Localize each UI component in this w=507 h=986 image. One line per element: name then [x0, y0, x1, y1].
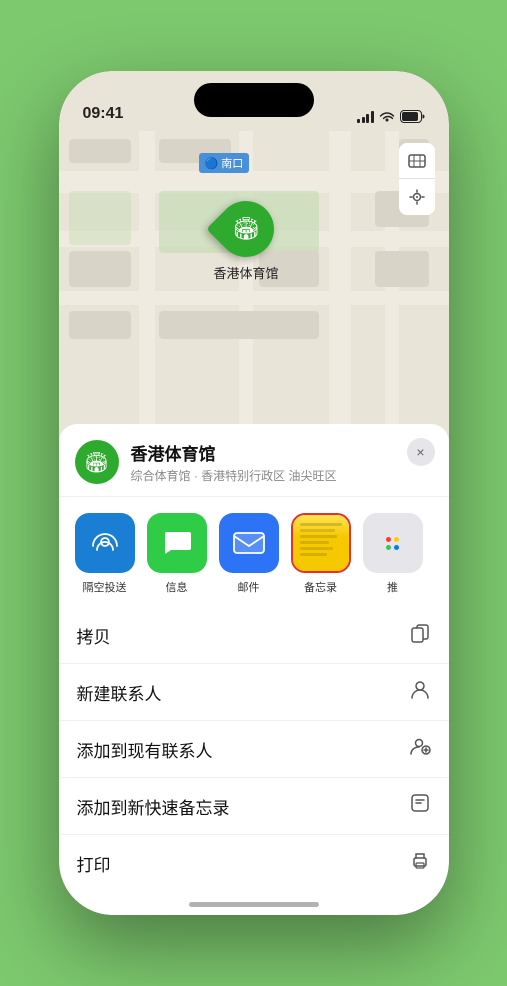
share-item-message[interactable]: 信息 — [147, 513, 207, 595]
action-new-contact[interactable]: 新建联系人 — [59, 664, 449, 721]
new-contact-icon — [409, 678, 431, 706]
location-name: 香港体育馆 — [131, 440, 433, 465]
add-contact-icon — [409, 735, 431, 763]
mail-label: 邮件 — [238, 579, 260, 595]
copy-icon — [409, 621, 431, 649]
action-add-contact-label: 添加到现有联系人 — [77, 737, 213, 762]
action-copy[interactable]: 拷贝 — [59, 607, 449, 664]
action-add-contact[interactable]: 添加到现有联系人 — [59, 721, 449, 778]
message-svg — [161, 528, 193, 558]
airdrop-icon — [75, 513, 135, 573]
action-new-contact-label: 新建联系人 — [77, 680, 162, 705]
dot-blue — [394, 545, 399, 550]
mail-icon — [219, 513, 279, 573]
more-label: 推 — [387, 579, 398, 595]
notes-label: 备忘录 — [304, 579, 337, 595]
share-row: 隔空投送 信息 — [59, 497, 449, 603]
message-label: 信息 — [166, 579, 188, 595]
map-type-button[interactable] — [399, 143, 435, 179]
share-item-more[interactable]: 推 — [363, 513, 423, 595]
airdrop-label: 隔空投送 — [83, 579, 127, 595]
share-item-mail[interactable]: 邮件 — [219, 513, 279, 595]
notes-icon — [291, 513, 351, 573]
battery-icon — [400, 110, 425, 123]
stadium-icon: 🏟 — [232, 216, 260, 242]
phone-screen: 09:41 — [59, 71, 449, 915]
share-item-airdrop[interactable]: 隔空投送 — [75, 513, 135, 595]
share-item-notes[interactable]: 备忘录 — [291, 513, 351, 595]
map-label-text: 🔵 南口 — [205, 158, 244, 170]
location-subtitle: 综合体育馆 · 香港特别行政区 油尖旺区 — [131, 467, 433, 484]
location-header: 🏟 香港体育馆 综合体育馆 · 香港特别行政区 油尖旺区 × — [59, 424, 449, 497]
close-icon: × — [416, 444, 424, 460]
status-icons — [357, 110, 425, 123]
action-list: 拷贝 新建联系人 — [59, 607, 449, 891]
dot-green — [386, 545, 391, 550]
wifi-icon — [379, 111, 395, 123]
map-type-icon — [407, 151, 427, 171]
action-add-notes[interactable]: 添加到新快速备忘录 — [59, 778, 449, 835]
dynamic-island — [194, 83, 314, 117]
pin-icon-shape: 🏟 — [206, 189, 285, 268]
location-center-icon — [408, 188, 426, 206]
message-icon — [147, 513, 207, 573]
airdrop-svg — [90, 528, 120, 558]
phone-frame: 09:41 — [59, 71, 449, 915]
add-notes-icon — [409, 792, 431, 820]
action-print[interactable]: 打印 — [59, 835, 449, 891]
action-print-label: 打印 — [77, 851, 111, 876]
location-venue-icon: 🏟 — [75, 440, 119, 484]
dot-red — [386, 537, 391, 542]
more-circles-icon — [363, 513, 423, 573]
action-add-notes-label: 添加到新快速备忘录 — [77, 794, 230, 819]
map-controls[interactable] — [399, 143, 435, 215]
map-label-south: 🔵 南口 — [199, 153, 250, 173]
location-info: 香港体育馆 综合体育馆 · 香港特别行政区 油尖旺区 — [131, 440, 433, 484]
close-button[interactable]: × — [407, 438, 435, 466]
home-indicator — [189, 902, 319, 907]
dot-yellow — [394, 537, 399, 542]
stadium-pin[interactable]: 🏟 香港体育馆 — [214, 201, 279, 282]
mail-svg — [232, 529, 266, 557]
location-center-button[interactable] — [399, 179, 435, 215]
print-icon — [409, 849, 431, 877]
action-copy-label: 拷贝 — [77, 623, 111, 648]
status-time: 09:41 — [83, 105, 124, 123]
stadium-pin-label: 香港体育馆 — [214, 263, 279, 282]
bottom-sheet: 🏟 香港体育馆 综合体育馆 · 香港特别行政区 油尖旺区 × — [59, 424, 449, 915]
signal-icon — [357, 111, 374, 123]
